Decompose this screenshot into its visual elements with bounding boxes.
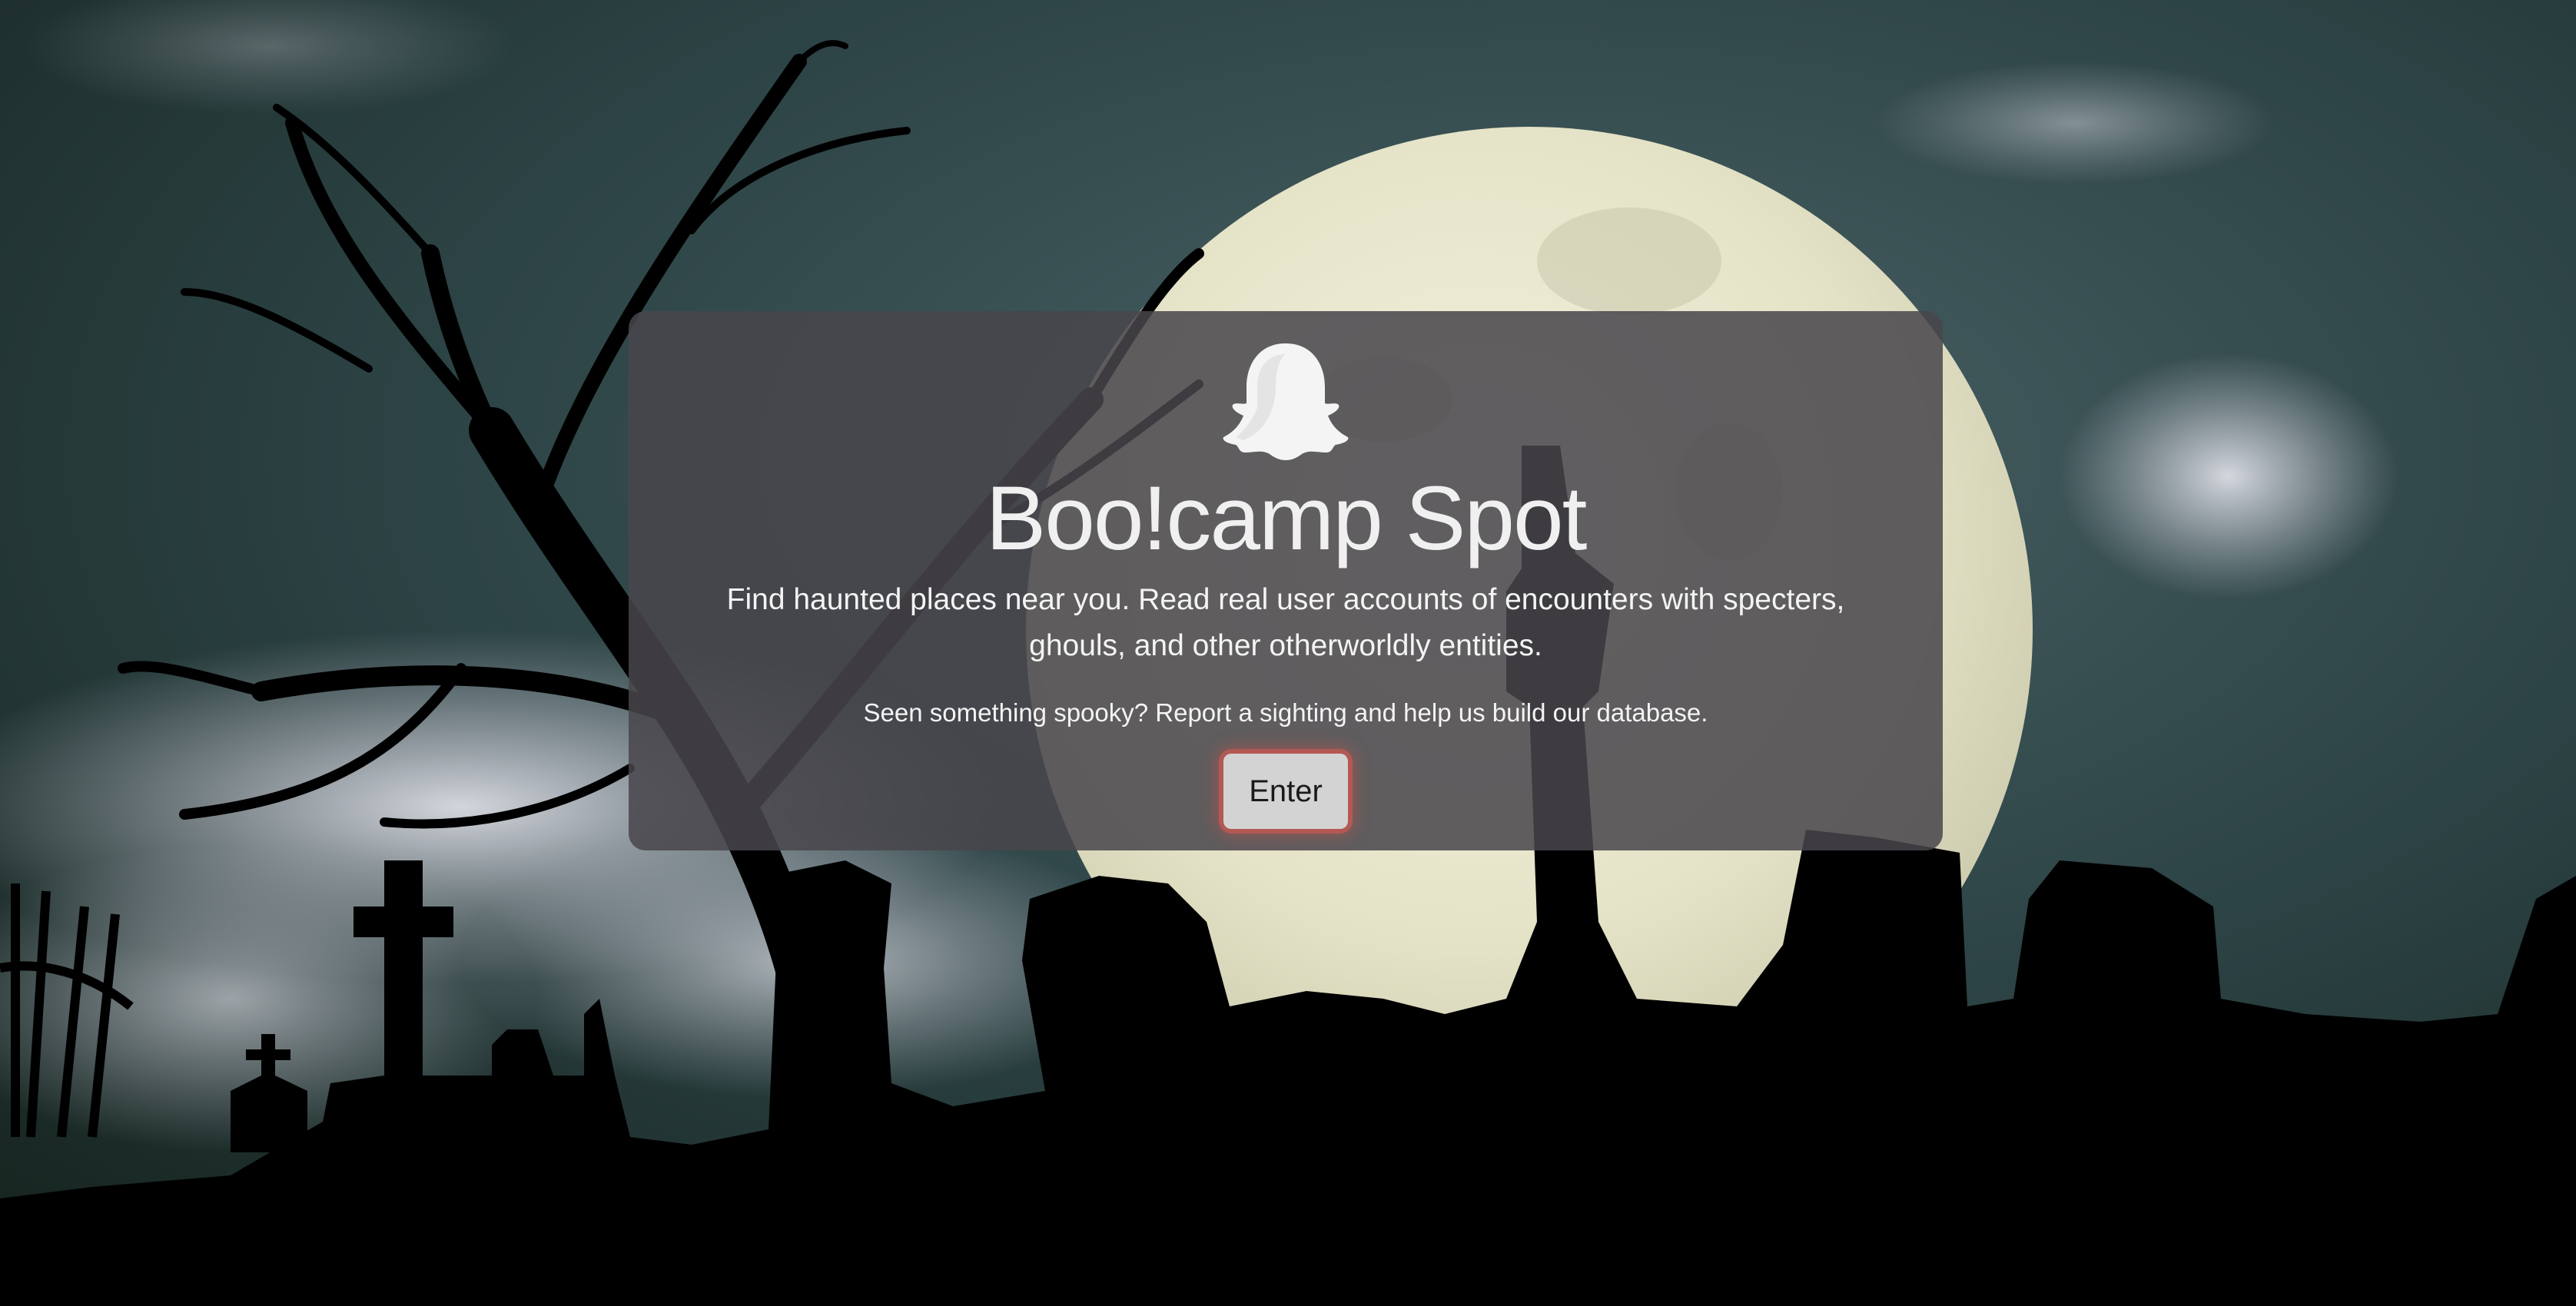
hero-card: Boo!camp Spot Find haunted places near y… — [629, 311, 1943, 850]
hero-description: Find haunted places near you. Read real … — [726, 583, 1845, 662]
page-title: Boo!camp Spot — [985, 468, 1588, 569]
enter-button[interactable]: Enter — [1223, 754, 1348, 829]
ghost-icon — [629, 339, 1943, 462]
report-sighting-text: Seen something spooky? Report a sighting… — [863, 698, 1708, 727]
